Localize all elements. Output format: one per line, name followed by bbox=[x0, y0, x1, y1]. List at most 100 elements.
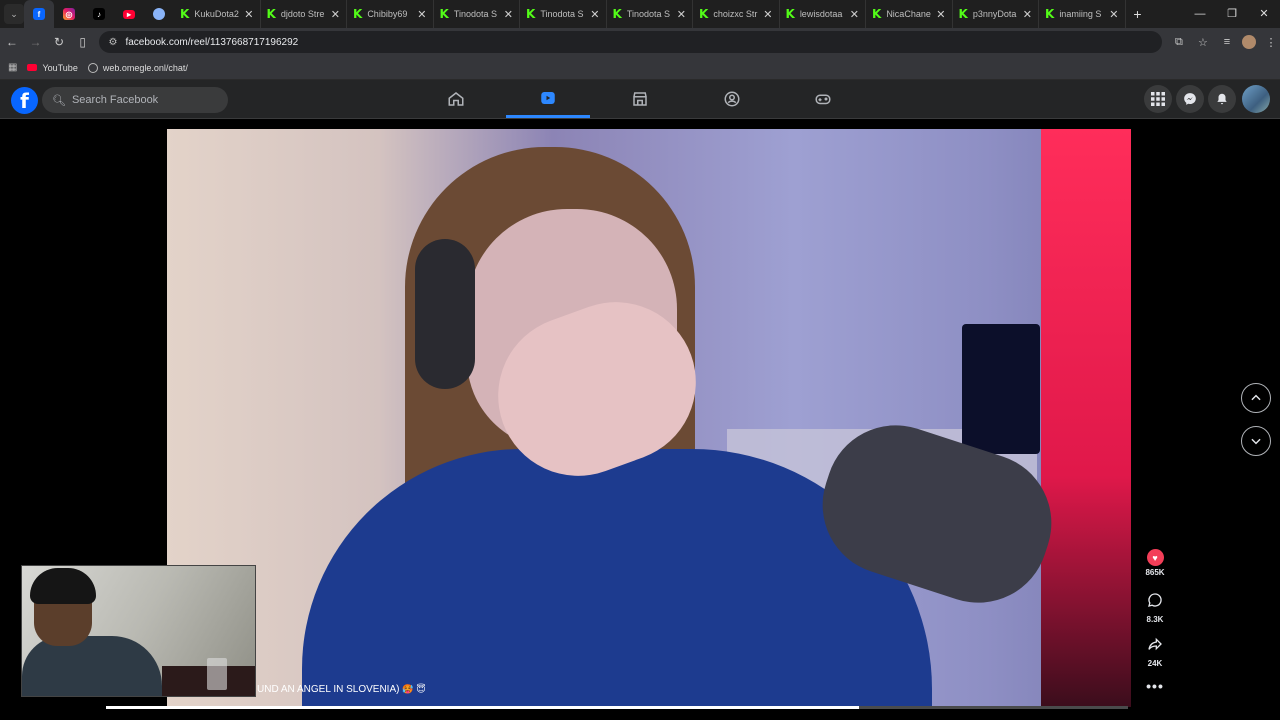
address-bar-row: ← → ↻ ▯ ⚙ facebook.com/reel/113766871719… bbox=[0, 28, 1280, 56]
browser-tab[interactable]: K KukuDota2 ✕ bbox=[174, 0, 261, 28]
reel-video[interactable] bbox=[167, 129, 1131, 707]
facebook-logo[interactable]: f bbox=[11, 87, 38, 114]
video-icon bbox=[541, 91, 555, 104]
forward-icon[interactable]: → bbox=[24, 35, 48, 49]
tab-title: Tinodota S bbox=[453, 9, 498, 19]
video-progress-fill bbox=[106, 706, 860, 709]
browser-tab[interactable]: Kinamiing S ✕ bbox=[1039, 0, 1126, 28]
window-controls: — ❐ ✕ bbox=[1184, 0, 1280, 28]
nav-reels[interactable] bbox=[506, 80, 590, 118]
comment-action[interactable]: 8.3K bbox=[1140, 592, 1170, 624]
facebook-search[interactable]: 🔍︎ bbox=[42, 87, 228, 113]
caption-emoji: 🥵 😇 bbox=[402, 685, 426, 695]
close-window-icon[interactable]: ✕ bbox=[1248, 0, 1280, 28]
tab-title: NicaChane bbox=[886, 9, 931, 19]
close-tab-icon[interactable]: ✕ bbox=[1023, 8, 1032, 21]
kick-icon: K bbox=[526, 7, 536, 21]
close-tab-icon[interactable]: ✕ bbox=[677, 8, 686, 21]
webcam-person-hair bbox=[30, 568, 96, 604]
video-progress-bar[interactable] bbox=[106, 706, 1128, 709]
new-tab-button[interactable]: + bbox=[1126, 6, 1150, 22]
pinned-tab-instagram[interactable]: ◎ bbox=[54, 0, 84, 28]
browser-tab[interactable]: K NicaChane ✕ bbox=[866, 0, 953, 28]
close-tab-icon[interactable]: ✕ bbox=[504, 8, 513, 21]
gaming-icon bbox=[815, 94, 831, 105]
grid-icon bbox=[1151, 92, 1165, 106]
minimize-icon[interactable]: — bbox=[1184, 0, 1216, 28]
close-tab-icon[interactable]: ✕ bbox=[850, 8, 859, 21]
bookmarks-bar: ▦ YouTube web.omegle.onl/chat/ bbox=[0, 56, 1280, 80]
omnibox[interactable]: ⚙ facebook.com/reel/1137668717196292 bbox=[98, 31, 1162, 53]
pinned-tab-tiktok[interactable]: ♪ bbox=[84, 0, 114, 28]
previous-reel-button[interactable] bbox=[1241, 383, 1271, 413]
tab-title: p3nnyDota bbox=[972, 9, 1017, 19]
chevron-up-icon bbox=[1251, 394, 1261, 401]
browser-tab[interactable]: Kp3nnyDota ✕ bbox=[953, 0, 1039, 28]
pinned-tab-chatgpt[interactable] bbox=[144, 0, 174, 28]
side-panel-icon[interactable]: ▯ bbox=[71, 35, 95, 49]
messenger-button[interactable] bbox=[1176, 85, 1204, 113]
groups-icon bbox=[724, 91, 740, 107]
url-text[interactable]: facebook.com/reel/1137668717196292 bbox=[125, 37, 298, 48]
browser-menu-icon[interactable]: ⋮ bbox=[1262, 36, 1280, 49]
close-tab-icon[interactable]: ✕ bbox=[417, 8, 426, 21]
tab-search-chevron-icon[interactable]: ⌄ bbox=[4, 4, 24, 24]
browser-tab[interactable]: K Tinodota S ✕ bbox=[607, 0, 693, 28]
notifications-button[interactable] bbox=[1208, 85, 1236, 113]
browser-tab[interactable]: Kchoizxc Str ✕ bbox=[693, 0, 780, 28]
tab-title: Tinodota S bbox=[540, 9, 584, 19]
webcam-person-shirt bbox=[22, 636, 162, 696]
restore-icon[interactable]: ❐ bbox=[1216, 0, 1248, 28]
reload-icon[interactable]: ↻ bbox=[47, 35, 71, 49]
menu-grid-button[interactable] bbox=[1144, 85, 1172, 113]
share-action[interactable]: 24K bbox=[1140, 636, 1170, 668]
pinned-tab-facebook[interactable]: f bbox=[24, 0, 54, 28]
close-tab-icon[interactable]: ✕ bbox=[936, 8, 945, 21]
apps-grid-icon[interactable]: ▦ bbox=[8, 62, 17, 73]
bookmark-youtube[interactable]: YouTube bbox=[27, 63, 78, 73]
comment-icon bbox=[1148, 593, 1162, 607]
pinned-tab-youtube[interactable]: ▸ bbox=[114, 0, 144, 28]
close-tab-icon[interactable]: ✕ bbox=[763, 8, 772, 21]
browser-tab[interactable]: K Chibiby69 ✕ bbox=[347, 0, 434, 28]
caption-text: UND AN ANGEL IN SLOVENIA) bbox=[257, 684, 400, 695]
back-icon[interactable]: ← bbox=[0, 35, 24, 49]
video-red-light bbox=[1041, 129, 1131, 707]
facebook-header: f 🔍︎ bbox=[0, 80, 1280, 119]
like-count: 865K bbox=[1145, 568, 1165, 577]
browser-tab[interactable]: Klewisdotaa ✕ bbox=[780, 0, 866, 28]
nav-gaming[interactable] bbox=[781, 80, 865, 118]
video-monitor bbox=[962, 324, 1040, 454]
kick-icon: K bbox=[180, 7, 190, 21]
tab-title: Chibiby69 bbox=[367, 9, 408, 19]
close-tab-icon[interactable]: ✕ bbox=[1109, 8, 1118, 21]
kick-icon: K bbox=[353, 7, 363, 21]
browser-tab[interactable]: Kdjdoto Stre ✕ bbox=[261, 0, 347, 28]
media-controls-icon[interactable]: ≡ bbox=[1218, 36, 1236, 48]
next-reel-button[interactable] bbox=[1241, 426, 1271, 456]
site-info-icon[interactable]: ⚙ bbox=[109, 37, 118, 48]
install-app-icon[interactable]: ⧉ bbox=[1170, 36, 1188, 49]
tab-title: inamiing S bbox=[1059, 9, 1102, 19]
nav-home[interactable] bbox=[414, 80, 498, 118]
browser-tab[interactable]: K Tinodota S ✕ bbox=[520, 0, 607, 28]
kick-icon: K bbox=[699, 7, 709, 21]
close-tab-icon[interactable]: ✕ bbox=[590, 8, 599, 21]
tab-title: KukuDota2 bbox=[194, 9, 239, 19]
bookmark-star-icon[interactable]: ☆ bbox=[1194, 36, 1212, 49]
messenger-icon bbox=[1184, 93, 1196, 105]
close-tab-icon[interactable]: ✕ bbox=[244, 8, 253, 21]
profile-avatar[interactable] bbox=[1241, 35, 1256, 49]
tab-title: djdoto Stre bbox=[280, 9, 325, 19]
like-action[interactable]: ♥ 865K bbox=[1140, 549, 1170, 577]
chevron-down-icon bbox=[1251, 438, 1261, 445]
bookmark-omegle[interactable]: web.omegle.onl/chat/ bbox=[87, 62, 188, 73]
search-input[interactable] bbox=[71, 94, 222, 106]
account-avatar[interactable] bbox=[1242, 85, 1270, 113]
kick-icon: K bbox=[1045, 7, 1055, 21]
more-options-button[interactable]: ••• bbox=[1140, 678, 1170, 694]
browser-tab[interactable]: K Tinodota S ✕ bbox=[434, 0, 520, 28]
nav-groups[interactable] bbox=[690, 80, 774, 118]
nav-marketplace[interactable] bbox=[598, 80, 682, 118]
close-tab-icon[interactable]: ✕ bbox=[331, 8, 340, 21]
